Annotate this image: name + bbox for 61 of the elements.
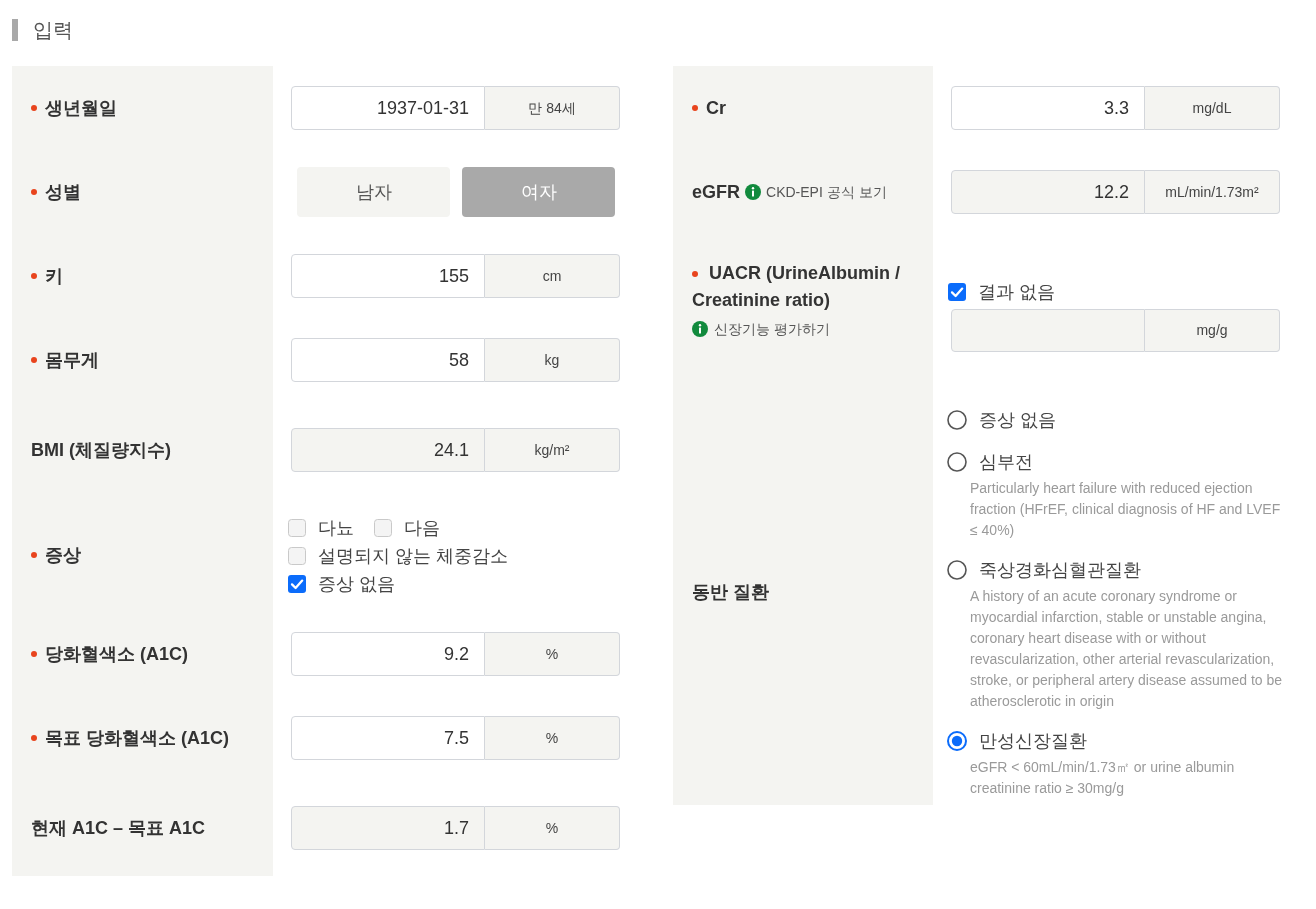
radio-label[interactable]: 죽상경화심혈관질환 <box>979 557 1141 583</box>
field-label: 현재 A1C – 목표 A1C <box>31 816 206 840</box>
radio-button[interactable] <box>947 452 967 472</box>
unit-label: % <box>485 806 620 850</box>
input-field[interactable]: 24.1 <box>291 428 485 472</box>
section-title: 입력 <box>33 18 73 42</box>
heading-marker-icon <box>12 19 18 41</box>
unit-label: kg/m² <box>485 428 620 472</box>
radio-button[interactable] <box>947 560 967 580</box>
checkbox-label[interactable]: 증상 없음 <box>318 570 395 598</box>
field-label: 키 <box>45 264 63 288</box>
field-label: 증상 <box>45 543 81 567</box>
input-field[interactable]: 1937-01-31 <box>291 86 485 130</box>
option-description: A history of an acute coronary syndrome or myocardial infarction, stable or unstable angina, coronary heart disease with or without revascularization, other arterial revascularization, stroke, or peripheral artery disease assumed to be atherosclerotic in origin <box>970 587 1284 711</box>
checkbox-label[interactable]: 다음 <box>404 514 440 542</box>
unit-label: 만 84세 <box>485 86 620 130</box>
field-label: 생년월일 <box>45 96 117 120</box>
input-field[interactable]: 7.5 <box>291 716 485 760</box>
checkbox-label[interactable]: 결과 없음 <box>978 278 1055 306</box>
input-field[interactable]: 12.2 <box>951 170 1145 214</box>
field-label: 동반 질환 <box>692 581 769 604</box>
checkbox[interactable] <box>374 519 392 537</box>
field-label: 성별 <box>45 180 81 204</box>
field-label: UACR (UrineAlbumin / Creatinine ratio) <box>692 263 900 310</box>
radio-label[interactable]: 증상 없음 <box>979 407 1056 433</box>
info-link[interactable]: CKD-EPI 공식 보기 <box>766 181 887 203</box>
info-icon <box>692 321 708 337</box>
unit-label: mg/dL <box>1145 86 1280 130</box>
unit-label: % <box>485 632 620 676</box>
info-link[interactable]: 신장기능 평가하기 <box>714 319 830 339</box>
checkbox[interactable] <box>288 575 306 593</box>
checkbox[interactable] <box>288 547 306 565</box>
checkbox-label[interactable]: 다뇨 <box>318 514 354 542</box>
checkbox[interactable] <box>948 283 966 301</box>
unit-label: % <box>485 716 620 760</box>
checkbox-label[interactable]: 설명되지 않는 체중감소 <box>318 542 508 570</box>
radio-button[interactable] <box>947 410 967 430</box>
radio-label[interactable]: 만성신장질환 <box>979 728 1087 754</box>
unit-label: mL/min/1.73m² <box>1145 170 1280 214</box>
field-label: 몸무게 <box>45 348 99 372</box>
option-description: eGFR < 60mL/min/1.73㎡ or urine albumin creatinine ratio ≥ 30mg/g <box>970 758 1236 798</box>
unit-label: mg/g <box>1145 309 1280 352</box>
unit-label: kg <box>485 338 620 382</box>
segment-button[interactable]: 남자 <box>297 167 450 217</box>
field-label: 목표 당화혈색소 (A1C) <box>45 726 229 750</box>
input-field[interactable] <box>951 309 1145 352</box>
input-field[interactable]: 9.2 <box>291 632 485 676</box>
radio-button[interactable] <box>947 731 967 751</box>
field-label: Cr <box>706 96 726 120</box>
radio-label[interactable]: 심부전 <box>979 449 1033 475</box>
info-icon <box>745 184 761 200</box>
checkbox[interactable] <box>288 519 306 537</box>
input-field[interactable]: 58 <box>291 338 485 382</box>
field-label: eGFR <box>692 180 740 204</box>
input-field[interactable]: 155 <box>291 254 485 298</box>
input-field[interactable]: 3.3 <box>951 86 1145 130</box>
option-description: Particularly heart failure with reduced ejection fraction (HFrEF, clinical diagnosis of HF and LVEF ≤ 40%) <box>970 479 1282 540</box>
field-label: 당화혈색소 (A1C) <box>45 642 188 666</box>
field-label: BMI (체질량지수) <box>31 438 171 462</box>
input-field[interactable]: 1.7 <box>291 806 485 850</box>
unit-label: cm <box>485 254 620 298</box>
